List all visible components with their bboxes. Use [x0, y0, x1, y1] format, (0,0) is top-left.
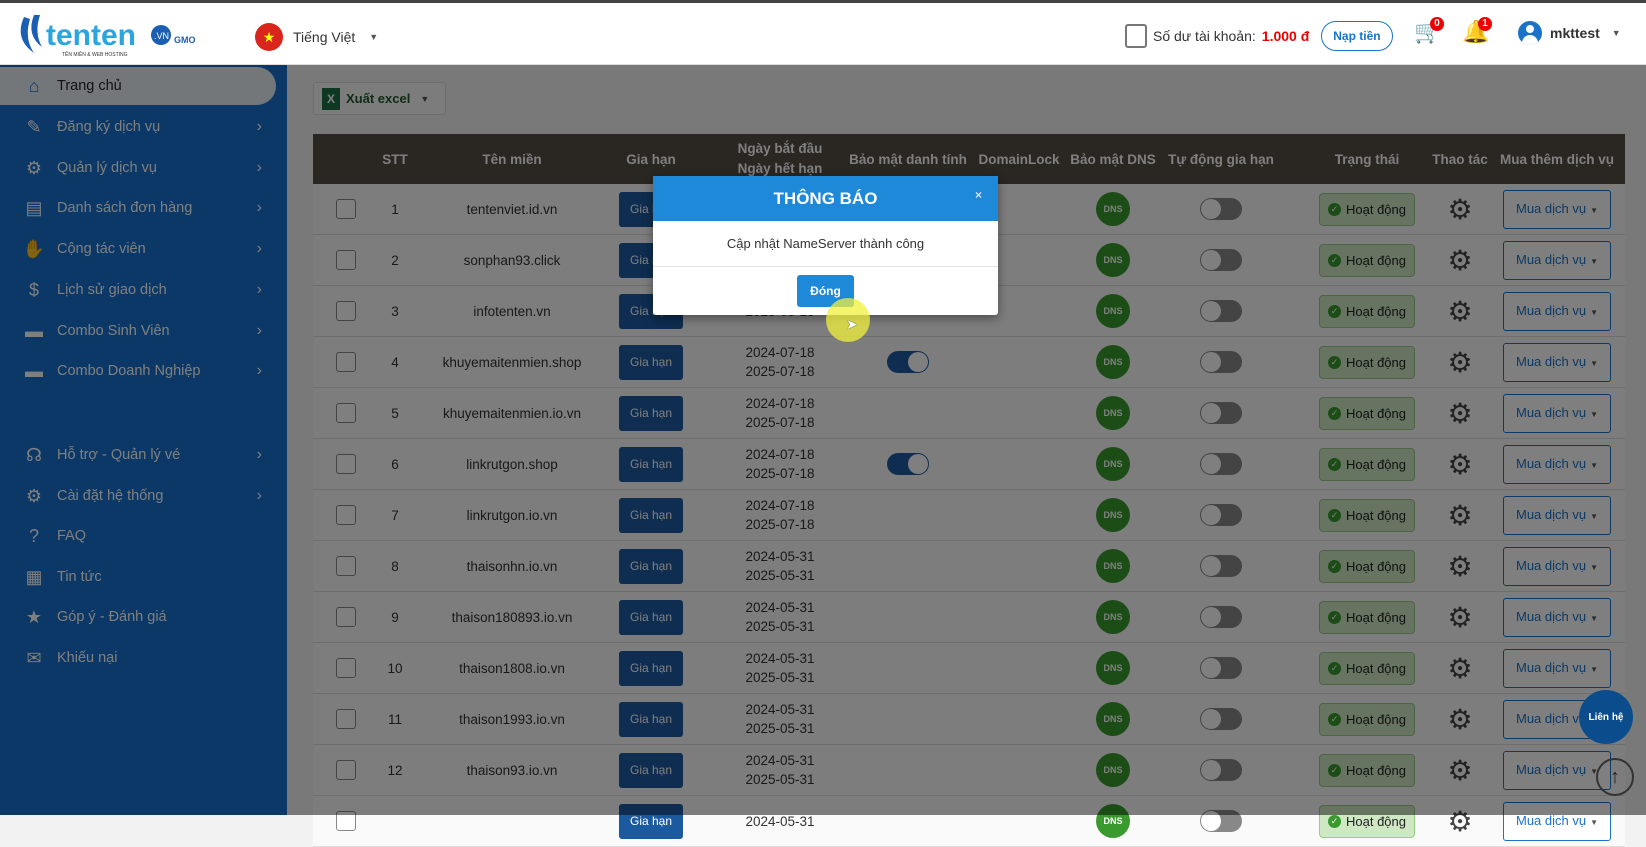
language-selector[interactable]: ★ Tiếng Việt ▼	[255, 23, 378, 51]
scroll-top-button[interactable]: ↑	[1596, 758, 1634, 796]
caret-down-icon: ▼	[1590, 817, 1599, 827]
topup-button[interactable]: Nạp tiền	[1321, 21, 1393, 51]
svg-text:tenten: tenten	[46, 19, 136, 52]
caret-down-icon: ▼	[369, 32, 379, 42]
svg-text:.VN: .VN	[154, 31, 169, 41]
notification-count-badge: 1	[1478, 17, 1492, 31]
cart-count-badge: 0	[1430, 17, 1444, 31]
modal-footer: Đóng	[653, 267, 998, 315]
username: mkttest	[1550, 25, 1600, 41]
vietnam-flag-icon: ★	[255, 23, 283, 51]
modal-title: THÔNG BÁO	[773, 188, 878, 208]
caret-down-icon: ▼	[1611, 28, 1621, 38]
mouse-pointer-icon: ➤	[846, 316, 858, 332]
wallet-icon	[1125, 24, 1147, 48]
notification-modal: THÔNG BÁO × Cập nhật NameServer thành cô…	[653, 176, 998, 315]
arrow-up-icon: ↑	[1610, 765, 1620, 788]
balance-label: Số dư tài khoản:	[1153, 28, 1256, 44]
account-balance: Số dư tài khoản: 1.000 đ Nạp tiền	[1125, 21, 1393, 51]
tenten-logo[interactable]: tenten .VN GMO TÊN MIỀN & WEB HOSTING	[16, 9, 216, 59]
user-menu[interactable]: mkttest ▼	[1518, 21, 1621, 45]
user-avatar-icon	[1518, 21, 1542, 45]
cart-button[interactable]: 🛒 0	[1414, 17, 1444, 49]
svg-text:TÊN MIỀN & WEB HOSTING: TÊN MIỀN & WEB HOSTING	[62, 50, 128, 58]
contact-button[interactable]: Liên hệ	[1579, 690, 1633, 744]
modal-header: THÔNG BÁO ×	[653, 176, 998, 221]
close-icon[interactable]: ×	[975, 188, 982, 202]
check-circle-icon: ✓	[1328, 814, 1341, 828]
language-label: Tiếng Việt	[293, 29, 356, 45]
modal-message: Cập nhật NameServer thành công	[653, 221, 998, 267]
balance-value: 1.000 đ	[1261, 28, 1310, 44]
notification-button[interactable]: 🔔 1	[1462, 17, 1492, 49]
top-header: tenten .VN GMO TÊN MIỀN & WEB HOSTING ★ …	[0, 3, 1646, 65]
svg-text:GMO: GMO	[174, 35, 196, 45]
